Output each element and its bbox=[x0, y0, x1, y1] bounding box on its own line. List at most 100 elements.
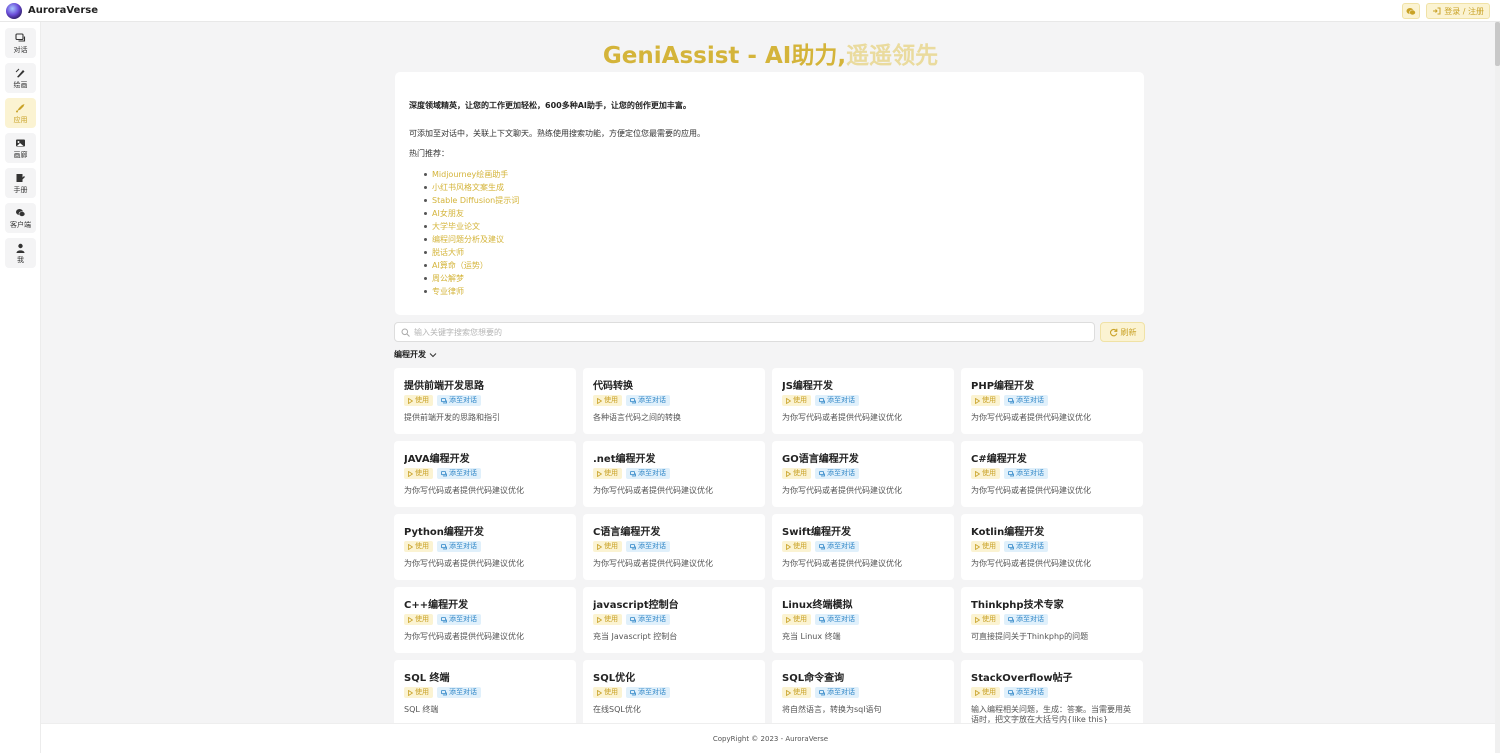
add-to-chat-button[interactable]: 添至对话 bbox=[626, 687, 670, 698]
app-tags: 使用 添至对话 bbox=[593, 468, 755, 479]
scrollbar[interactable] bbox=[1495, 22, 1500, 753]
search-input[interactable] bbox=[414, 327, 1074, 337]
hot-item[interactable]: 编程问题分析及建议 bbox=[424, 233, 1130, 246]
app-card[interactable]: SQL命令查询 使用 添至对话 将自然语言，转换为sql语句 bbox=[772, 660, 954, 723]
app-card[interactable]: C++编程开发 使用 添至对话 为你写代码或者提供代码建议优化 bbox=[394, 587, 576, 653]
app-card[interactable]: PHP编程开发 使用 添至对话 为你写代码或者提供代码建议优化 bbox=[961, 368, 1143, 434]
use-button[interactable]: 使用 bbox=[593, 395, 622, 406]
page-title-fade: 遥遥领先 bbox=[846, 43, 939, 69]
add-to-chat-button[interactable]: 添至对话 bbox=[815, 395, 859, 406]
add-to-chat-button[interactable]: 添至对话 bbox=[815, 468, 859, 479]
app-card[interactable]: Linux终端模拟 使用 添至对话 充当 Linux 终端 bbox=[772, 587, 954, 653]
intro-card: 深度领域精英，让您的工作更加轻松，600多种AI助手，让您的创作更加丰富。 可添… bbox=[395, 72, 1144, 315]
use-label: 使用 bbox=[604, 542, 618, 550]
use-button[interactable]: 使用 bbox=[971, 395, 1000, 406]
hot-item[interactable]: Stable Diffusion提示词 bbox=[424, 194, 1130, 207]
sidebar-item-draw[interactable]: 绘画 bbox=[5, 63, 36, 93]
app-card[interactable]: SQL优化 使用 添至对话 在线SQL优化 bbox=[583, 660, 765, 723]
add-to-chat-button[interactable]: 添至对话 bbox=[815, 541, 859, 552]
add-to-chat-button[interactable]: 添至对话 bbox=[1004, 541, 1048, 552]
app-card[interactable]: GO语言编程开发 使用 添至对话 为你写代码或者提供代码建议优化 bbox=[772, 441, 954, 507]
use-button[interactable]: 使用 bbox=[971, 687, 1000, 698]
refresh-icon bbox=[1109, 328, 1117, 336]
add-to-chat-button[interactable]: 添至对话 bbox=[437, 614, 481, 625]
add-to-chat-button[interactable]: 添至对话 bbox=[1004, 468, 1048, 479]
top-actions: 登录 / 注册 bbox=[1402, 3, 1490, 19]
add-to-chat-button[interactable]: 添至对话 bbox=[1004, 614, 1048, 625]
play-icon bbox=[597, 397, 602, 404]
hot-item[interactable]: 周公解梦 bbox=[424, 272, 1130, 285]
app-tags: 使用 添至对话 bbox=[404, 468, 566, 479]
use-button[interactable]: 使用 bbox=[593, 541, 622, 552]
sidebar-item-chat[interactable]: 对话 bbox=[5, 28, 36, 58]
use-button[interactable]: 使用 bbox=[971, 541, 1000, 552]
use-button[interactable]: 使用 bbox=[782, 614, 811, 625]
app-card[interactable]: javascript控制台 使用 添至对话 充当 Javascript 控制台 bbox=[583, 587, 765, 653]
hot-item[interactable]: 脱话大师 bbox=[424, 246, 1130, 259]
app-card[interactable]: Swift编程开发 使用 添至对话 为你写代码或者提供代码建议优化 bbox=[772, 514, 954, 580]
hot-item[interactable]: Midjourney绘画助手 bbox=[424, 168, 1130, 181]
use-button[interactable]: 使用 bbox=[593, 468, 622, 479]
add-to-chat-button[interactable]: 添至对话 bbox=[437, 468, 481, 479]
app-card[interactable]: C语言编程开发 使用 添至对话 为你写代码或者提供代码建议优化 bbox=[583, 514, 765, 580]
app-card[interactable]: Python编程开发 使用 添至对话 为你写代码或者提供代码建议优化 bbox=[394, 514, 576, 580]
brand[interactable]: AuroraVerse bbox=[0, 2, 98, 19]
app-card[interactable]: JS编程开发 使用 添至对话 为你写代码或者提供代码建议优化 bbox=[772, 368, 954, 434]
app-card[interactable]: Kotlin编程开发 使用 添至对话 为你写代码或者提供代码建议优化 bbox=[961, 514, 1143, 580]
wechat-button[interactable] bbox=[1402, 3, 1421, 19]
hot-item[interactable]: 专业律师 bbox=[424, 285, 1130, 298]
use-button[interactable]: 使用 bbox=[404, 687, 433, 698]
add-to-chat-button[interactable]: 添至对话 bbox=[626, 541, 670, 552]
app-title: C++编程开发 bbox=[404, 600, 469, 611]
scrollbar-thumb[interactable] bbox=[1495, 22, 1500, 66]
login-button[interactable]: 登录 / 注册 bbox=[1426, 3, 1490, 19]
app-card[interactable]: .net编程开发 使用 添至对话 为你写代码或者提供代码建议优化 bbox=[583, 441, 765, 507]
add-to-chat-button[interactable]: 添至对话 bbox=[1004, 395, 1048, 406]
app-card[interactable]: StackOverflow帖子 使用 添至对话 输入编程相关问题，生成：答案。当需要用… bbox=[961, 660, 1143, 723]
add-to-chat-button[interactable]: 添至对话 bbox=[626, 468, 670, 479]
hot-item[interactable]: 小红书风格文案生成 bbox=[424, 181, 1130, 194]
use-button[interactable]: 使用 bbox=[404, 541, 433, 552]
use-button[interactable]: 使用 bbox=[593, 687, 622, 698]
add-to-chat-button[interactable]: 添至对话 bbox=[437, 687, 481, 698]
page-title: GeniAssist - AI助力,遥遥领先 bbox=[41, 36, 1500, 70]
use-button[interactable]: 使用 bbox=[971, 614, 1000, 625]
use-button[interactable]: 使用 bbox=[404, 395, 433, 406]
sidebar-item-me[interactable]: 我 bbox=[5, 238, 36, 268]
add-label: 添至对话 bbox=[449, 688, 477, 696]
sidebar-item-client[interactable]: 客户端 bbox=[5, 203, 36, 233]
chat-icon bbox=[819, 543, 825, 549]
app-card[interactable]: JAVA编程开发 使用 添至对话 为你写代码或者提供代码建议优化 bbox=[394, 441, 576, 507]
add-to-chat-button[interactable]: 添至对话 bbox=[1004, 687, 1048, 698]
search-box[interactable] bbox=[394, 322, 1095, 342]
refresh-button[interactable]: 刷新 bbox=[1100, 322, 1145, 342]
app-card[interactable]: SQL 终端 使用 添至对话 SQL 终端 bbox=[394, 660, 576, 723]
hot-item[interactable]: AI算命（运势） bbox=[424, 259, 1130, 272]
add-to-chat-button[interactable]: 添至对话 bbox=[437, 395, 481, 406]
use-button[interactable]: 使用 bbox=[782, 687, 811, 698]
add-to-chat-button[interactable]: 添至对话 bbox=[626, 395, 670, 406]
use-button[interactable]: 使用 bbox=[782, 395, 811, 406]
add-to-chat-button[interactable]: 添至对话 bbox=[815, 614, 859, 625]
use-button[interactable]: 使用 bbox=[404, 468, 433, 479]
add-to-chat-button[interactable]: 添至对话 bbox=[815, 687, 859, 698]
app-card[interactable]: 提供前端开发思路 使用 添至对话 提供前端开发的思路和指引 bbox=[394, 368, 576, 434]
app-card[interactable]: C#编程开发 使用 添至对话 为你写代码或者提供代码建议优化 bbox=[961, 441, 1143, 507]
add-label: 添至对话 bbox=[638, 469, 666, 477]
add-to-chat-button[interactable]: 添至对话 bbox=[626, 614, 670, 625]
sidebar-item-apps[interactable]: 应用 bbox=[5, 98, 36, 128]
add-to-chat-button[interactable]: 添至对话 bbox=[437, 541, 481, 552]
sidebar-item-gallery[interactable]: 画廊 bbox=[5, 133, 36, 163]
app-card[interactable]: 代码转换 使用 添至对话 各种语言代码之间的转换 bbox=[583, 368, 765, 434]
sidebar-item-manual[interactable]: 手册 bbox=[5, 168, 36, 198]
hot-item[interactable]: AI女朋友 bbox=[424, 207, 1130, 220]
hot-item[interactable]: 大学毕业论文 bbox=[424, 220, 1130, 233]
category-dropdown[interactable]: 编程开发 bbox=[394, 349, 437, 360]
use-button[interactable]: 使用 bbox=[404, 614, 433, 625]
app-card[interactable]: Thinkphp技术专家 使用 添至对话 可直接提问关于Thinkphp的问题 bbox=[961, 587, 1143, 653]
use-button[interactable]: 使用 bbox=[782, 541, 811, 552]
use-button[interactable]: 使用 bbox=[971, 468, 1000, 479]
use-button[interactable]: 使用 bbox=[782, 468, 811, 479]
use-button[interactable]: 使用 bbox=[593, 614, 622, 625]
use-label: 使用 bbox=[982, 396, 996, 404]
